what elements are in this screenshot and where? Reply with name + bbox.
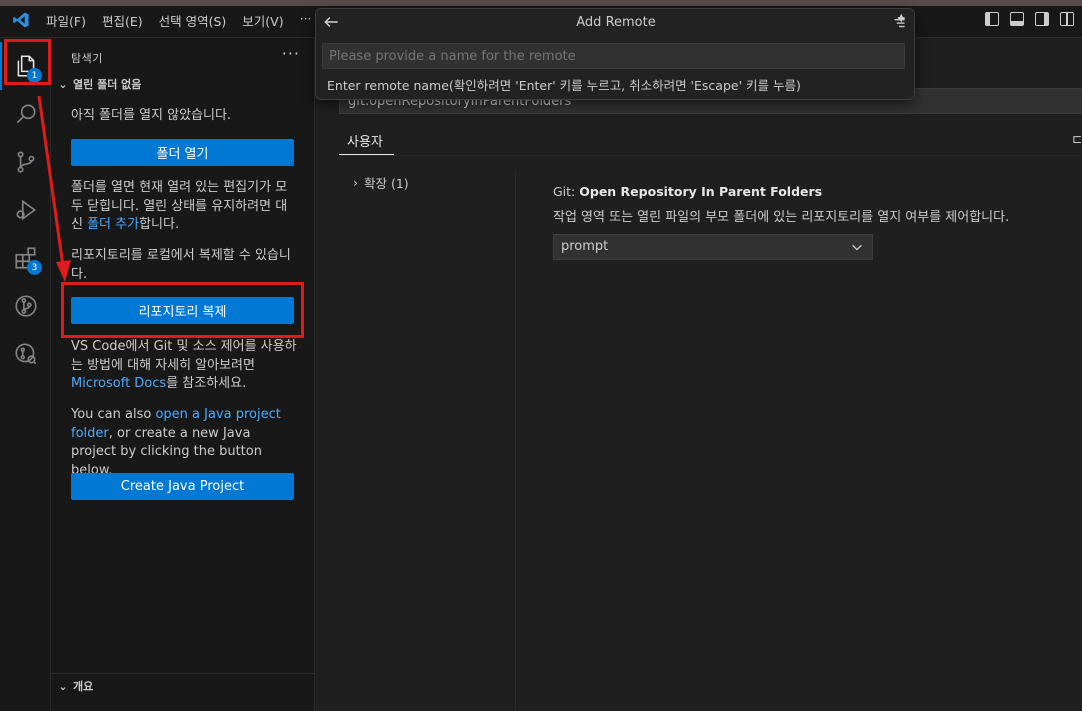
tab-user[interactable]: 사용자 <box>347 131 383 150</box>
quick-input-message: Enter remote name(확인하려면 'Enter' 키를 누르고, … <box>327 78 801 93</box>
highlight-explorer <box>4 39 51 85</box>
microsoft-docs-link[interactable]: Microsoft Docs <box>71 376 166 391</box>
remote-explorer-icon <box>14 343 36 365</box>
quick-input-dialog: Add Remote Enter remote name(확인하려면 'Ente… <box>315 8 915 100</box>
toggle-panel-icon[interactable] <box>1010 12 1024 26</box>
search-icon <box>16 104 35 124</box>
sidebar-more-actions[interactable]: ··· <box>282 44 300 63</box>
quick-input-action-icon[interactable] <box>890 13 908 31</box>
setting-title: Git: Open Repository In Parent Folders <box>553 184 822 199</box>
toc-divider <box>515 172 516 711</box>
highlight-clone-button <box>61 282 304 338</box>
setting-select[interactable]: prompt <box>553 234 873 260</box>
customize-layout-icon[interactable] <box>1060 12 1074 26</box>
section-no-folder-label: 열린 폴더 없음 <box>73 78 142 91</box>
extensions-badge: 3 <box>27 260 42 275</box>
section-no-folder-header[interactable]: ⌄ 열린 폴더 없음 <box>51 73 315 95</box>
java-text: You can also open a Java project folder,… <box>71 406 299 480</box>
no-folder-text: 아직 폴더를 열지 않았습니다. <box>71 108 232 123</box>
settings-editor: git.openRepositoryInParentFolders 사용자 ⊏ … <box>315 38 1082 711</box>
menu-bar: 파일(F) 편집(E) 선택 영역(S) 보기(V) ··· <box>38 11 320 30</box>
setting-name: Open Repository In Parent Folders <box>579 184 823 199</box>
chevron-down-icon <box>852 244 862 251</box>
toggle-primary-sidebar-icon[interactable] <box>985 12 999 26</box>
layout-controls <box>985 12 1074 26</box>
git-graph-icon <box>14 295 37 317</box>
menu-view[interactable]: 보기(V) <box>234 11 291 30</box>
menu-selection[interactable]: 선택 영역(S) <box>151 11 235 30</box>
sidebar-title: 탐색기 <box>71 52 103 65</box>
section-outline-label: 개요 <box>73 680 94 693</box>
run-debug-icon <box>16 199 36 221</box>
quick-input-title: Add Remote <box>576 15 656 30</box>
vscode-logo-icon <box>13 12 29 28</box>
open-folder-button[interactable]: 폴더 열기 <box>71 139 294 166</box>
menu-edit[interactable]: 편집(E) <box>94 11 151 30</box>
git-docs-text: VS Code에서 Git 및 소스 제어를 사용하는 방법에 대해 자세히 알… <box>71 338 299 394</box>
create-java-project-button[interactable]: Create Java Project <box>71 473 294 500</box>
java-text-a: You can also <box>71 407 156 422</box>
add-folder-link[interactable]: 폴더 추가 <box>87 217 139 232</box>
git-docs-text-a: VS Code에서 Git 및 소스 제어를 사용하는 방법에 대해 자세히 알… <box>71 339 297 373</box>
tab-overflow-mark: ⊏ <box>1071 132 1082 146</box>
toc-extensions[interactable]: › 확장 (1) <box>353 173 409 192</box>
chevron-down-icon: ⌄ <box>58 679 68 693</box>
setting-select-value: prompt <box>561 239 609 254</box>
desktop-background-strip <box>0 0 1082 6</box>
menu-file[interactable]: 파일(F) <box>38 11 94 30</box>
setting-description: 작업 영역 또는 열린 파일의 부모 폴더에 있는 리포지토리를 열지 여부를 … <box>553 210 1010 225</box>
chevron-down-icon: ⌄ <box>58 77 68 91</box>
activity-git-graph[interactable] <box>0 282 51 330</box>
close-editors-text: 폴더를 열면 현재 열려 있는 편집기가 모두 닫힙니다. 열린 상태를 유지하… <box>71 179 299 235</box>
chevron-right-icon: › <box>353 175 358 190</box>
source-control-icon <box>17 151 34 173</box>
close-editors-text-b: 합니다. <box>139 217 180 232</box>
explorer-sidebar: 탐색기 ··· ⌄ 열린 폴더 없음 아직 폴더를 열지 않았습니다. 폴더 열… <box>51 38 315 711</box>
activity-source-control[interactable] <box>0 138 51 186</box>
remote-name-input[interactable] <box>322 43 905 69</box>
git-docs-text-b: 를 참조하세요. <box>166 376 247 391</box>
activity-bar: 1 3 <box>0 38 51 711</box>
clone-text: 리포지토리를 로컬에서 복제할 수 있습니다. <box>71 248 291 282</box>
activity-extensions[interactable]: 3 <box>0 234 51 282</box>
toggle-secondary-sidebar-icon[interactable] <box>1035 12 1049 26</box>
activity-run-debug[interactable] <box>0 186 51 234</box>
section-divider <box>51 673 315 674</box>
tab-rule <box>339 155 1082 156</box>
toc-extensions-label: 확장 (1) <box>364 176 409 191</box>
activity-remote-explorer[interactable] <box>0 330 51 378</box>
section-outline-header[interactable]: ⌄ 개요 <box>51 675 315 697</box>
setting-category: Git: <box>553 184 580 199</box>
activity-search[interactable] <box>0 90 51 138</box>
